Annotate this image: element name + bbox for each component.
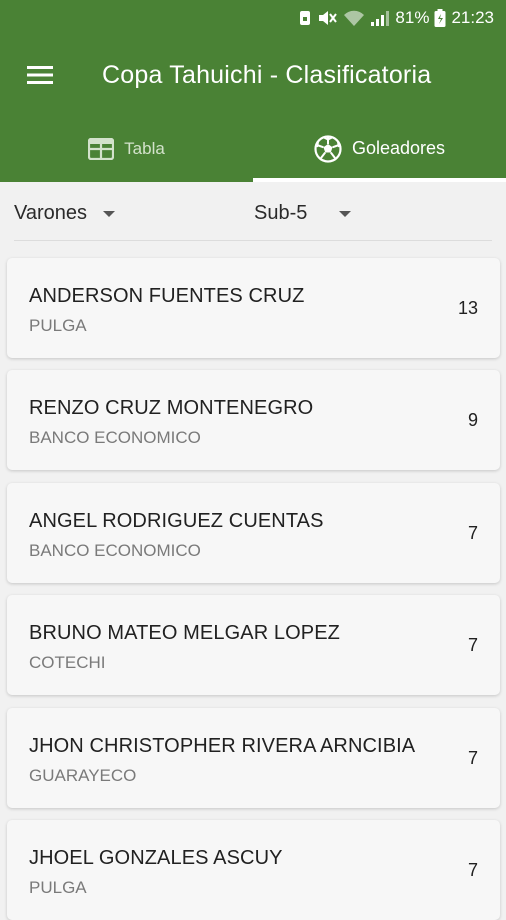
player-name: RENZO CRUZ MONTENEGRO xyxy=(29,397,314,419)
scorer-card[interactable]: ANGEL RODRIGUEZ CUENTAS BANCO ECONOMICO … xyxy=(7,483,500,583)
mute-icon xyxy=(319,10,338,25)
sim-lock-icon xyxy=(300,10,311,25)
goal-count: 7 xyxy=(467,635,478,655)
wifi-icon xyxy=(344,10,365,26)
goal-count: 7 xyxy=(467,860,478,880)
goal-count: 7 xyxy=(467,748,478,768)
goal-count: 13 xyxy=(457,298,478,318)
goal-count: 9 xyxy=(467,410,478,430)
menu-button[interactable] xyxy=(10,35,70,115)
tab-bar: Tabla Goleadores xyxy=(0,115,506,182)
player-name: ANDERSON FUENTES CRUZ xyxy=(29,285,305,307)
tab-goleadores-label: Goleadores xyxy=(351,138,446,158)
page-title: Copa Tahuichi - Clasificatoria xyxy=(102,60,432,89)
team-name: COTECHI xyxy=(29,653,106,672)
scorer-card[interactable]: JHON CHRISTOPHER RIVERA ARNCIBIA GUARAYE… xyxy=(7,708,500,808)
status-bar: 81% 21:23 xyxy=(0,0,506,35)
gender-selected: Varones xyxy=(14,202,88,224)
player-name: BRUNO MATEO MELGAR LOPEZ xyxy=(29,622,340,644)
tab-tabla-label: Tabla xyxy=(124,138,165,158)
battery-percent: 81% xyxy=(395,7,430,27)
tab-goleadores[interactable]: Goleadores xyxy=(253,115,506,182)
scorer-card[interactable]: BRUNO MATEO MELGAR LOPEZ COTECHI 7 xyxy=(7,595,500,695)
filter-divider xyxy=(14,240,492,241)
clock: 21:23 xyxy=(451,7,494,27)
app-bar: Copa Tahuichi - Clasificatoria xyxy=(0,35,506,115)
team-name: GUARAYECO xyxy=(29,766,137,785)
team-name: PULGA xyxy=(29,878,87,897)
team-name: BANCO ECONOMICO xyxy=(29,541,201,560)
chevron-down-icon xyxy=(103,210,116,217)
table-icon xyxy=(88,137,115,160)
scorer-card[interactable]: RENZO CRUZ MONTENEGRO BANCO ECONOMICO 9 xyxy=(7,370,500,470)
team-name: BANCO ECONOMICO xyxy=(29,428,201,447)
chevron-down-icon xyxy=(339,210,352,217)
filter-bar: Varones Sub-5 xyxy=(0,182,506,248)
category-selected: Sub-5 xyxy=(254,202,308,224)
signal-icon xyxy=(371,10,390,26)
soccer-ball-icon xyxy=(314,134,342,163)
player-name: ANGEL RODRIGUEZ CUENTAS xyxy=(29,510,324,532)
gender-dropdown[interactable]: Varones xyxy=(14,202,116,225)
battery-icon xyxy=(434,8,446,27)
scorer-card[interactable]: JHOEL GONZALES ASCUY PULGA 7 xyxy=(7,820,500,920)
category-dropdown[interactable]: Sub-5 xyxy=(254,202,352,225)
player-name: JHOEL GONZALES ASCUY xyxy=(29,847,283,869)
status-icons xyxy=(299,10,390,26)
team-name: PULGA xyxy=(29,316,87,335)
tab-tabla[interactable]: Tabla xyxy=(0,115,253,182)
scorer-card[interactable]: ANDERSON FUENTES CRUZ PULGA 13 xyxy=(7,258,500,358)
hamburger-icon xyxy=(27,66,53,84)
player-name: JHON CHRISTOPHER RIVERA ARNCIBIA xyxy=(29,735,416,757)
goal-count: 7 xyxy=(467,523,478,543)
